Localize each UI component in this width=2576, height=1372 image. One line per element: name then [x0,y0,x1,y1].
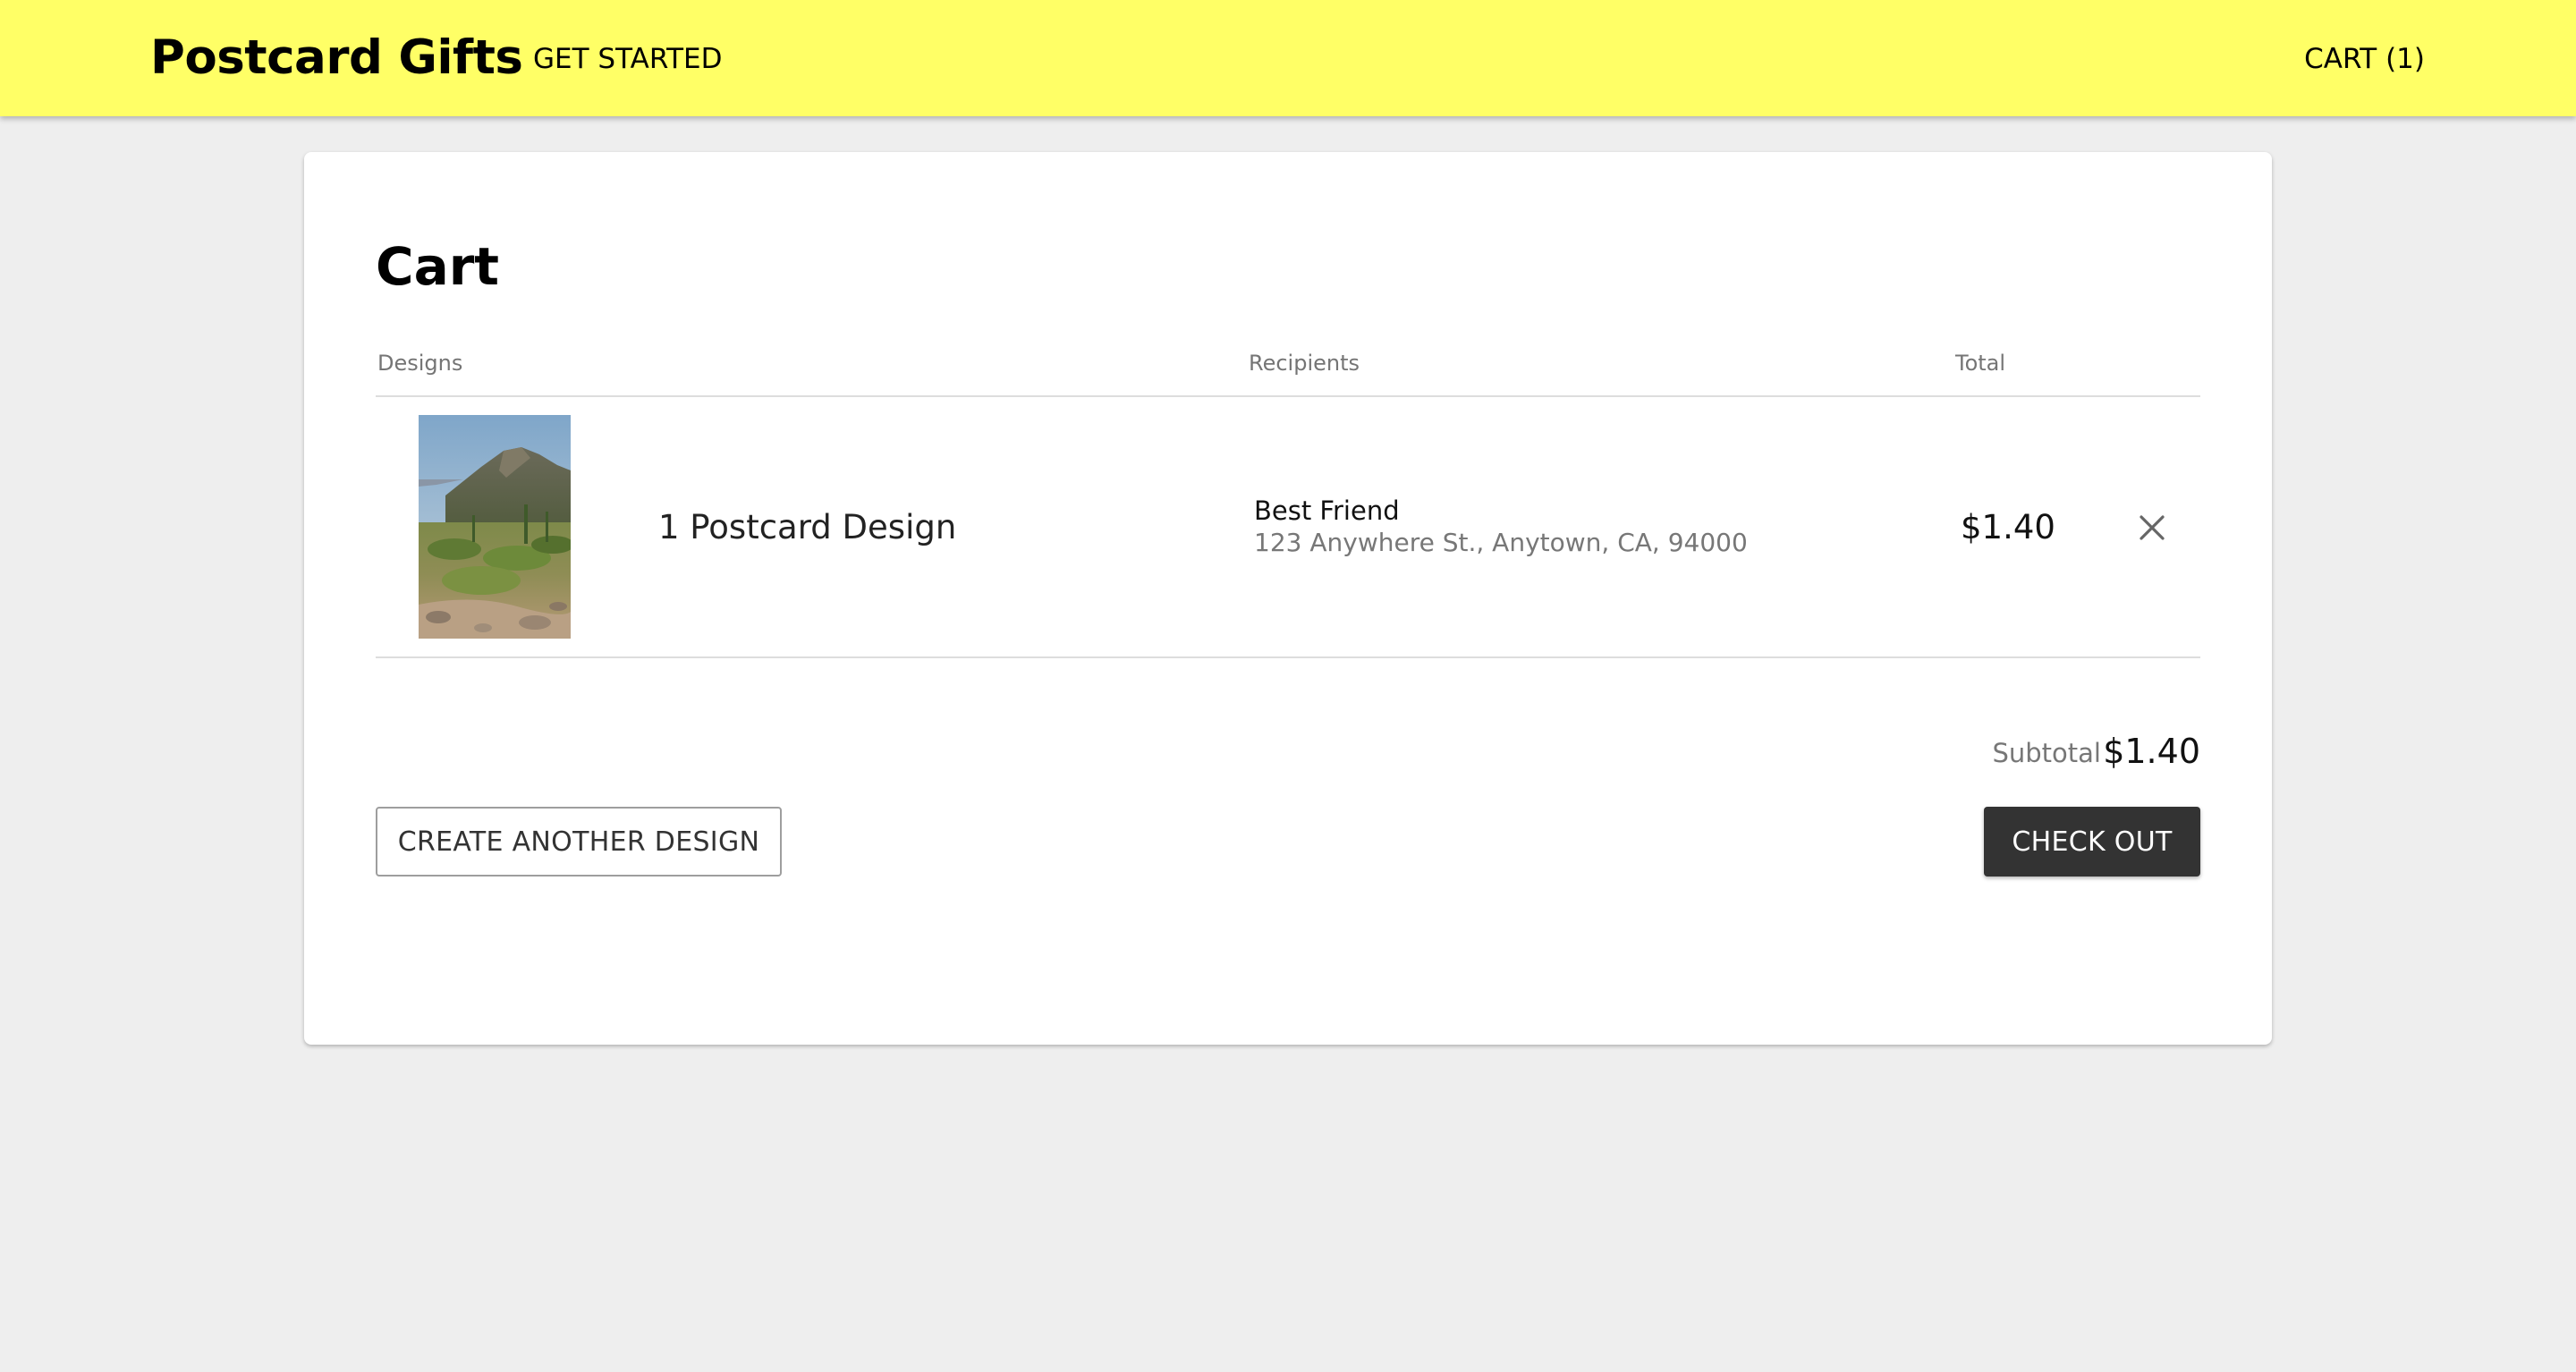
subtotal-label: Subtotal [1992,738,2101,768]
close-icon [2140,515,2165,540]
subtotal-value: $1.40 [2103,732,2200,771]
column-header-total: Total [1955,351,2006,376]
header-divider [376,395,2200,397]
column-header-designs: Designs [377,351,463,376]
app-bar: Postcard Gifts GET STARTED CART (1) [0,0,2576,116]
row-divider [376,656,2200,658]
desert-mountain-photo [419,415,571,639]
recipient-name: Best Friend [1254,495,1400,526]
item-total: $1.40 [1961,508,2055,546]
recipient-address: 123 Anywhere St., Anytown, CA, 94000 [1254,528,1748,557]
column-header-recipients: Recipients [1249,351,1360,376]
check-out-button[interactable]: CHECK OUT [1984,807,2200,877]
nav-cart[interactable]: CART (1) [2304,39,2425,79]
nav-get-started[interactable]: GET STARTED [533,39,723,79]
page-title: Cart [376,236,500,297]
brand-logo[interactable]: Postcard Gifts [150,29,523,88]
design-label: 1 Postcard Design [658,508,957,546]
design-thumbnail[interactable] [419,415,571,639]
cart-card: Cart Designs Recipients Total 1 Postcard… [304,152,2272,1045]
create-another-design-button[interactable]: CREATE ANOTHER DESIGN [376,807,782,877]
remove-item-button[interactable] [2134,510,2170,546]
